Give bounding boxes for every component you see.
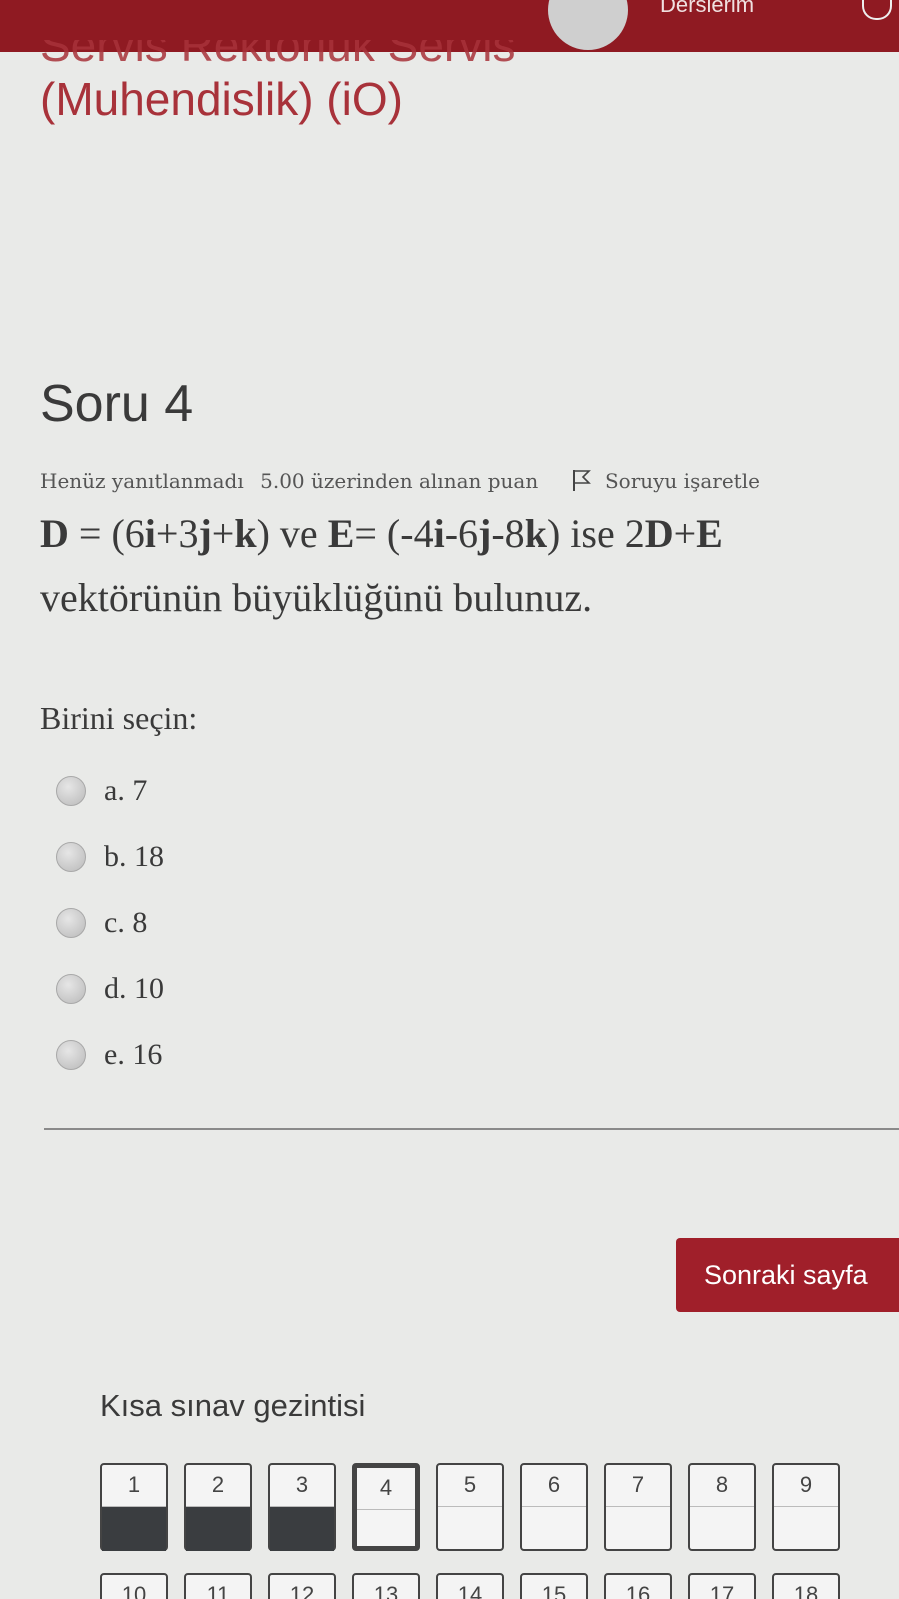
expr-part: -6: [444, 511, 479, 556]
quiz-nav-button-9[interactable]: 9: [772, 1463, 840, 1551]
expr-part: +: [211, 511, 235, 556]
quiz-nav-button-6[interactable]: 6: [520, 1463, 588, 1551]
quiz-nav-button-14[interactable]: 14: [436, 1573, 504, 1599]
quiz-nav-number: 4: [357, 1468, 415, 1510]
quiz-nav-number: 8: [690, 1465, 754, 1507]
quiz-nav-number: 6: [522, 1465, 586, 1507]
quiz-nav-number: 2: [186, 1465, 250, 1507]
option-label: b. 18: [104, 840, 164, 873]
radio-button[interactable]: [56, 842, 86, 872]
question-heading: Soru 4: [40, 375, 194, 433]
quiz-nav-button-4[interactable]: 4: [352, 1463, 420, 1551]
vector-d: D: [644, 511, 674, 556]
quiz-nav-number: 1: [102, 1465, 166, 1507]
answer-prompt: Birini seçin:: [40, 700, 198, 736]
quiz-nav-button-18[interactable]: 18: [772, 1573, 840, 1599]
quiz-nav-number: 7: [606, 1465, 670, 1507]
question-text-line2: vektörünün büyüklüğünü bulunuz.: [40, 575, 593, 620]
option-c[interactable]: c. 8: [56, 890, 164, 956]
answer-options: a. 7 b. 18 c. 8 d. 10 e. 16: [56, 758, 164, 1088]
quiz-nav-button-11[interactable]: 11: [184, 1573, 252, 1599]
unit-k: k: [524, 511, 547, 556]
flag-icon[interactable]: [569, 468, 593, 492]
courses-menu-link[interactable]: Derslerim: [660, 0, 754, 18]
expr-part: +3: [155, 511, 199, 556]
expr-part: -8: [491, 511, 525, 556]
answered-indicator: [270, 1507, 334, 1551]
question-text-line1: D = (6i+3j+k) ve E= (-4i-6j-8k) ise 2D+E: [40, 502, 890, 566]
quiz-navigation-title: Kısa sınav gezintisi: [100, 1388, 366, 1423]
unit-k: k: [234, 511, 257, 556]
vector-e: E: [696, 511, 723, 556]
question-status: Henüz yanıtlanmadı: [40, 469, 244, 493]
option-d[interactable]: d. 10: [56, 956, 164, 1022]
vector-d: D: [40, 511, 69, 556]
course-title-main: (Muhendislik) (iO): [40, 73, 403, 125]
quiz-nav-button-2[interactable]: 2: [184, 1463, 252, 1551]
quiz-nav-button-12[interactable]: 12: [268, 1573, 336, 1599]
divider: [44, 1128, 899, 1130]
unit-i: i: [433, 511, 445, 556]
quiz-nav-button-15[interactable]: 15: [520, 1573, 588, 1599]
option-e[interactable]: e. 16: [56, 1022, 164, 1088]
quiz-nav-number: 10: [102, 1575, 166, 1599]
question-info: Henüz yanıtlanmadı 5.00 üzerinden alınan…: [40, 468, 899, 493]
quiz-nav-button-16[interactable]: 16: [604, 1573, 672, 1599]
question-points: 5.00 üzerinden alınan puan: [260, 469, 539, 493]
expr-part: = (-4: [354, 511, 434, 556]
quiz-nav-number: 17: [690, 1575, 754, 1599]
radio-button[interactable]: [56, 1040, 86, 1070]
option-label: a. 7: [104, 774, 148, 807]
quiz-nav-button-13[interactable]: 13: [352, 1573, 420, 1599]
option-label: c. 8: [104, 906, 148, 939]
quiz-nav-number: 5: [438, 1465, 502, 1507]
course-title-cut: Servis Rektorluk Servis: [40, 40, 516, 68]
quiz-nav-button-3[interactable]: 3: [268, 1463, 336, 1551]
unit-j: j: [478, 511, 492, 556]
radio-button[interactable]: [56, 776, 86, 806]
expr-part: = (6: [68, 511, 145, 556]
course-title: Servis Rektorluk Servis (Muhendislik) (i…: [40, 40, 890, 130]
radio-button[interactable]: [56, 908, 86, 938]
answered-indicator: [186, 1507, 250, 1551]
quiz-nav-number: 16: [606, 1575, 670, 1599]
quiz-nav-number: 18: [774, 1575, 838, 1599]
vector-e: E: [327, 511, 355, 556]
question-text: D = (6i+3j+k) ve E= (-4i-6j-8k) ise 2D+E…: [40, 502, 890, 630]
quiz-nav-number: 14: [438, 1575, 502, 1599]
expr-part: +: [673, 511, 697, 556]
unit-i: i: [144, 511, 156, 556]
expr-part: ) ve: [256, 511, 328, 556]
quiz-nav-number: 13: [354, 1575, 418, 1599]
quiz-nav-button-8[interactable]: 8: [688, 1463, 756, 1551]
quiz-nav-number: 12: [270, 1575, 334, 1599]
quiz-nav-button-1[interactable]: 1: [100, 1463, 168, 1551]
quiz-nav-button-5[interactable]: 5: [436, 1463, 504, 1551]
radio-button[interactable]: [56, 974, 86, 1004]
option-b[interactable]: b. 18: [56, 824, 164, 890]
unit-j: j: [198, 511, 212, 556]
option-label: d. 10: [104, 972, 164, 1005]
option-label: e. 16: [104, 1038, 163, 1071]
quiz-nav-button-7[interactable]: 7: [604, 1463, 672, 1551]
quiz-nav-number: 3: [270, 1465, 334, 1507]
answered-indicator: [102, 1507, 166, 1551]
flag-question-link[interactable]: Soruyu işaretle: [605, 469, 760, 493]
quiz-nav-number: 15: [522, 1575, 586, 1599]
quiz-nav-number: 11: [186, 1575, 250, 1599]
quiz-nav-button-17[interactable]: 17: [688, 1573, 756, 1599]
expr-part: ) ise 2: [546, 511, 645, 556]
quiz-nav-button-10[interactable]: 10: [100, 1573, 168, 1599]
quiz-nav-number: 9: [774, 1465, 838, 1507]
message-icon[interactable]: [862, 0, 892, 20]
option-a[interactable]: a. 7: [56, 758, 164, 824]
next-page-button[interactable]: Sonraki sayfa: [676, 1238, 899, 1312]
